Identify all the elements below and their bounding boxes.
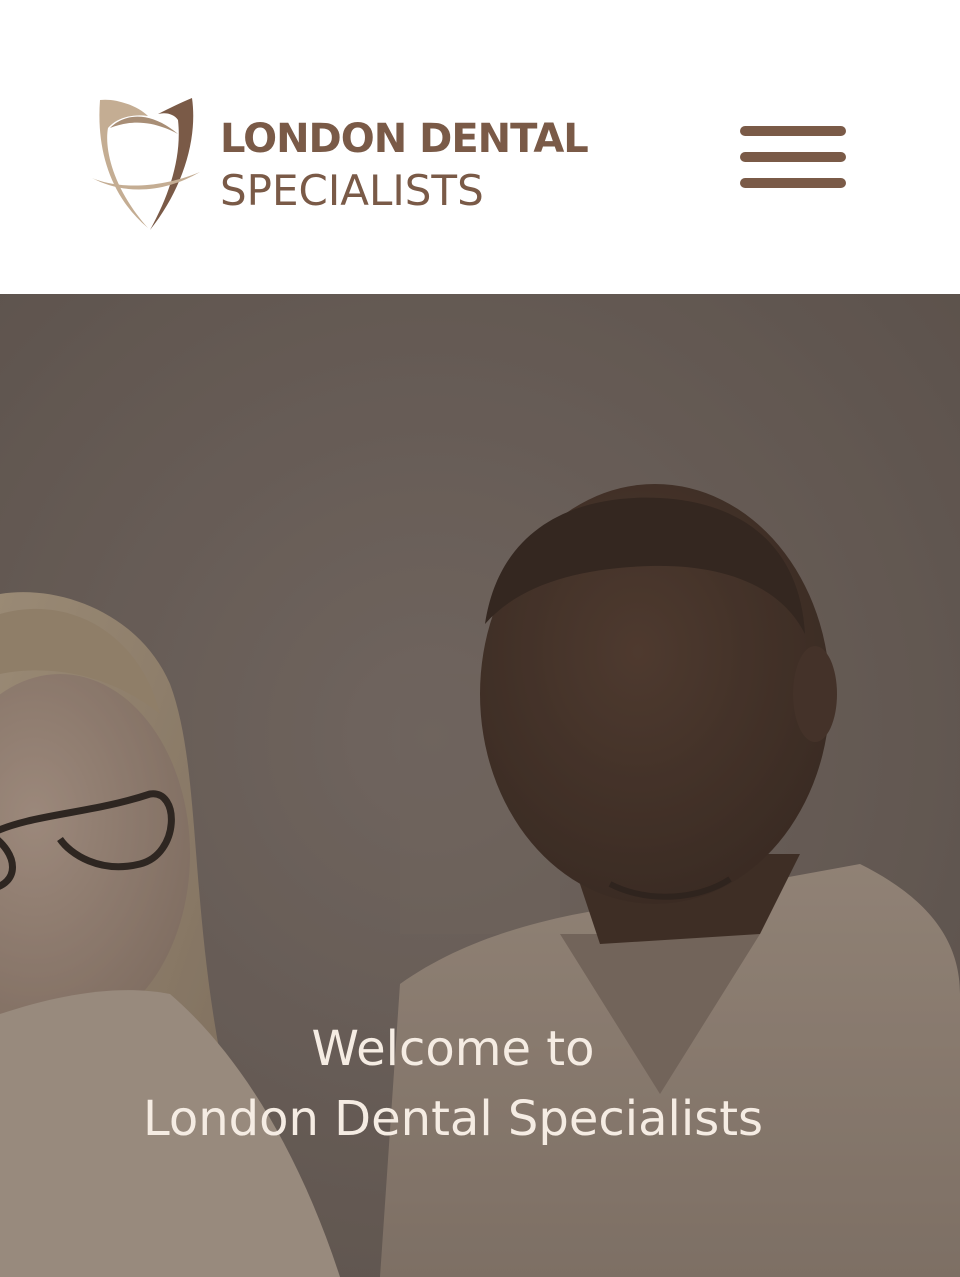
hamburger-menu-icon[interactable] bbox=[740, 124, 846, 192]
logo-text-line1: LONDON DENTAL bbox=[220, 116, 589, 162]
site-header: LONDON DENTAL SPECIALISTS bbox=[0, 0, 960, 294]
menu-bar-middle bbox=[740, 152, 846, 162]
menu-bar-top bbox=[740, 126, 846, 136]
tooth-logo-icon bbox=[92, 98, 200, 230]
hero-heading: Welcome to London Dental Specialists bbox=[0, 1014, 906, 1154]
hero-heading-line2: London Dental Specialists bbox=[142, 1091, 764, 1147]
hero-heading-line1: Welcome to bbox=[311, 1021, 595, 1077]
hero-banner: Welcome to London Dental Specialists bbox=[0, 294, 960, 1277]
menu-bar-bottom bbox=[740, 178, 846, 188]
logo-text-line2: SPECIALISTS bbox=[220, 166, 484, 215]
site-logo[interactable]: LONDON DENTAL SPECIALISTS bbox=[86, 94, 646, 234]
